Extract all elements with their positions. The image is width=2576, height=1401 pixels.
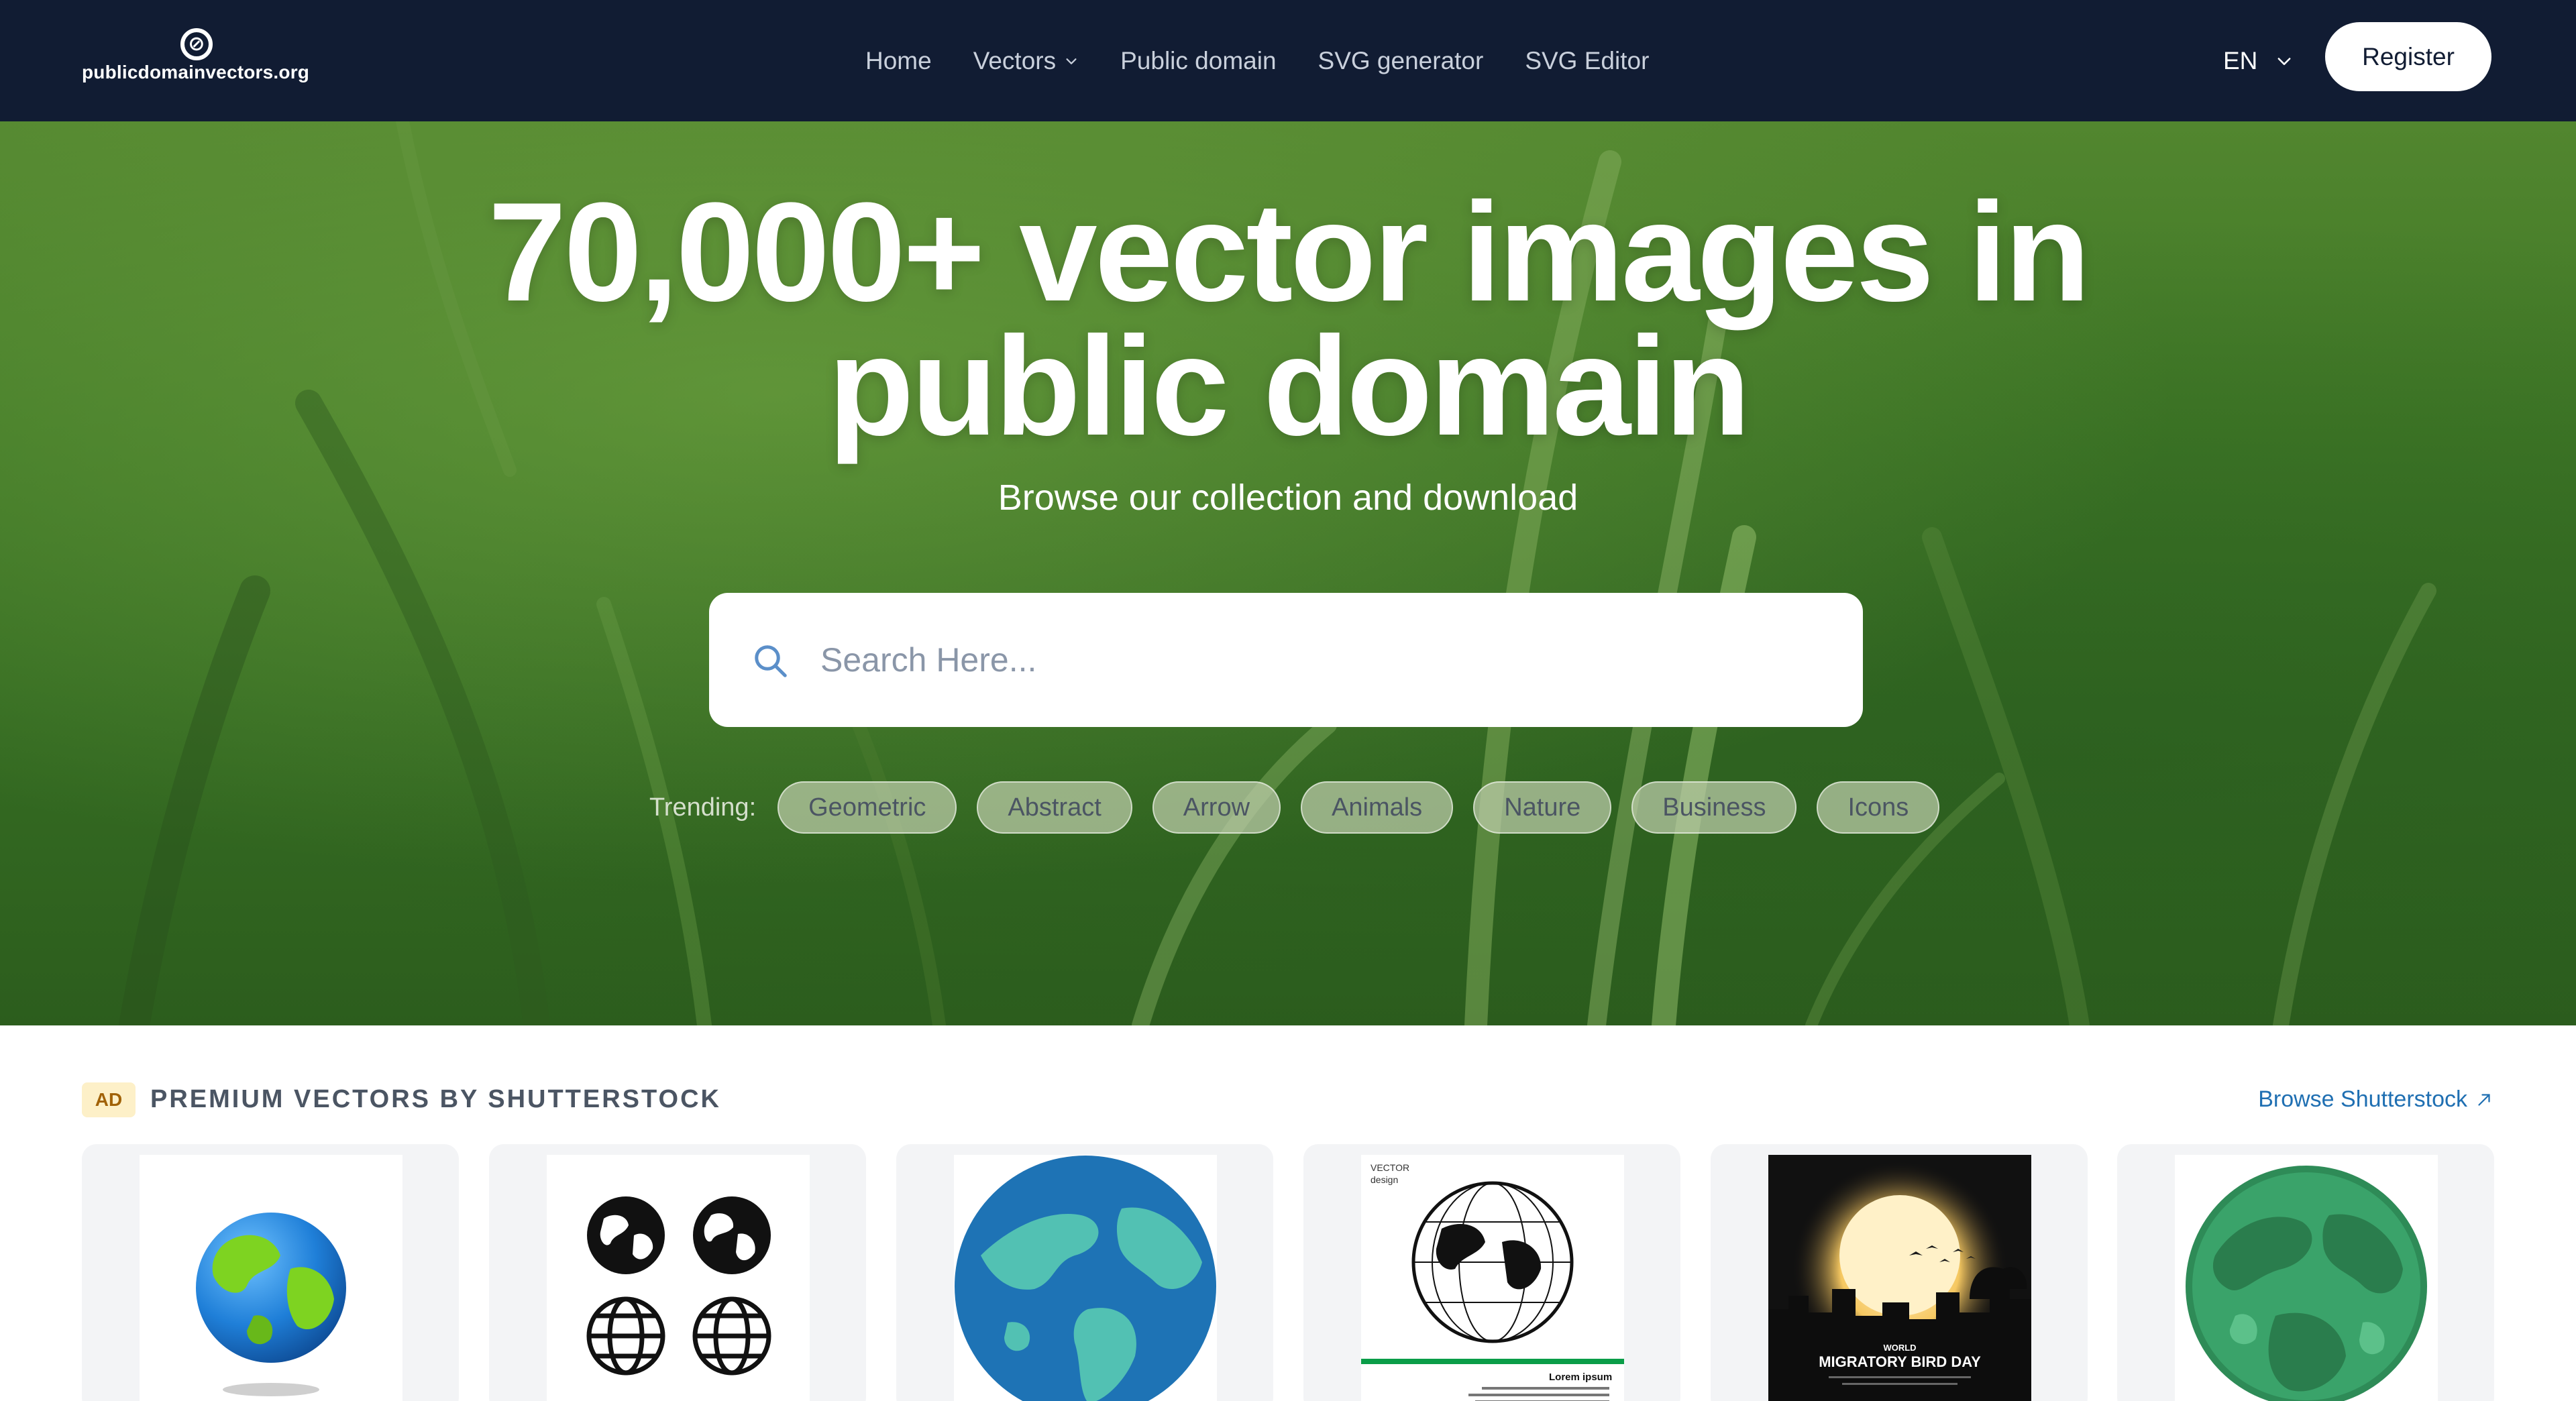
nav-svg-generator[interactable]: SVG generator (1318, 47, 1484, 75)
vector-thumbnail: WORLD MIGRATORY BIRD DAY (1768, 1155, 2031, 1401)
caption-vector: VECTOR (1371, 1162, 1409, 1173)
search-icon (755, 645, 787, 677)
premium-section-title: PREMIUM VECTORS BY SHUTTERSTOCK (150, 1085, 721, 1113)
vector-thumbnail: VECTOR design Lorem ipsum (1361, 1155, 1624, 1401)
trending-tag[interactable]: Arrow (1152, 781, 1281, 834)
trending-tag[interactable]: Animals (1301, 781, 1454, 834)
premium-vector-cards: VECTOR design Lorem ipsum WORLD MIGRATOR… (82, 1144, 2494, 1401)
language-selector[interactable]: EN (2223, 40, 2294, 82)
search-box (709, 593, 1863, 727)
ad-badge: AD (82, 1082, 136, 1117)
trending-tag[interactable]: Nature (1473, 781, 1612, 834)
browse-shutterstock-link[interactable]: Browse Shutterstock (2258, 1086, 2494, 1113)
premium-vector-card[interactable] (82, 1144, 459, 1401)
hero-title-line-1: 70,000+ vector images in (488, 173, 2091, 331)
premium-vector-card[interactable]: VECTOR design Lorem ipsum (1303, 1144, 1680, 1401)
nav-vectors-label: Vectors (973, 46, 1057, 74)
nav-vectors[interactable]: Vectors (973, 47, 1079, 75)
nav-home-label: Home (865, 46, 932, 74)
hero-title-line-2: public domain (828, 307, 1750, 465)
vector-thumbnail (547, 1155, 810, 1401)
public-domain-logo-icon: ⊘ (180, 28, 213, 60)
premium-vector-card[interactable] (2117, 1144, 2494, 1401)
site-logo[interactable]: ⊘ publicdomainvectors.org (82, 27, 323, 94)
migratory-bird-day-icon: WORLD MIGRATORY BIRD DAY (1768, 1155, 2031, 1401)
register-button[interactable]: Register (2325, 22, 2491, 91)
vector-thumbnail (140, 1155, 402, 1401)
trending-tag[interactable]: Geometric (777, 781, 957, 834)
vector-design-globe-icon: VECTOR design Lorem ipsum (1361, 1162, 1624, 1401)
globe-3d-icon (196, 1213, 346, 1396)
vector-thumbnail (2175, 1155, 2438, 1401)
hero-title: 70,000+ vector images in public domain (0, 173, 2576, 465)
vector-thumbnail (954, 1155, 1217, 1401)
hero-subtitle: Browse our collection and download (998, 478, 1578, 518)
main-nav: Home Vectors Public domain SVG generator… (865, 0, 1690, 121)
logo-text: publicdomainvectors.org (82, 62, 310, 82)
premium-section-header: AD PREMIUM VECTORS BY SHUTTERSTOCK Brows… (82, 1080, 2494, 1120)
browse-shutterstock-label: Browse Shutterstock (2258, 1086, 2467, 1112)
premium-vector-card[interactable] (896, 1144, 1273, 1401)
caption-migratory-bird-day: MIGRATORY BIRD DAY (1819, 1353, 1981, 1370)
hero-banner: 70,000+ vector images in public domain B… (0, 121, 2576, 1025)
search-input[interactable] (820, 626, 1827, 693)
premium-vector-card[interactable] (489, 1144, 866, 1401)
nav-svg-editor[interactable]: SVG Editor (1525, 47, 1649, 75)
trending-tag[interactable]: Abstract (977, 781, 1132, 834)
caption-design: design (1371, 1174, 1398, 1185)
nav-home[interactable]: Home (865, 47, 932, 75)
caption-lorem-ipsum: Lorem ipsum (1549, 1371, 1612, 1383)
premium-vector-card[interactable]: WORLD MIGRATORY BIRD DAY (1711, 1144, 2088, 1401)
language-label: EN (2223, 47, 2258, 74)
chevron-down-icon (1066, 58, 1077, 64)
top-navbar: ⊘ publicdomainvectors.org Home Vectors P… (0, 0, 2576, 121)
nav-svg-generator-label: SVG generator (1318, 46, 1484, 74)
flat-earth-globe-icon (955, 1156, 1216, 1401)
trending-tag[interactable]: Business (1631, 781, 1797, 834)
nav-svg-editor-label: SVG Editor (1525, 46, 1650, 74)
nav-public-domain[interactable]: Public domain (1120, 47, 1276, 75)
trending-label: Trending: (649, 793, 757, 822)
globe-icons-set-icon (586, 1196, 771, 1376)
trending-tags: Trending: Geometric Abstract Arrow Anima… (649, 781, 1960, 834)
caption-world: WORLD (1883, 1343, 1916, 1353)
nav-public-domain-label: Public domain (1120, 46, 1277, 74)
trending-tag[interactable]: Icons (1817, 781, 1940, 834)
external-link-icon (2478, 1093, 2490, 1106)
green-planet-icon (2186, 1166, 2427, 1401)
chevron-down-icon (2277, 58, 2291, 65)
